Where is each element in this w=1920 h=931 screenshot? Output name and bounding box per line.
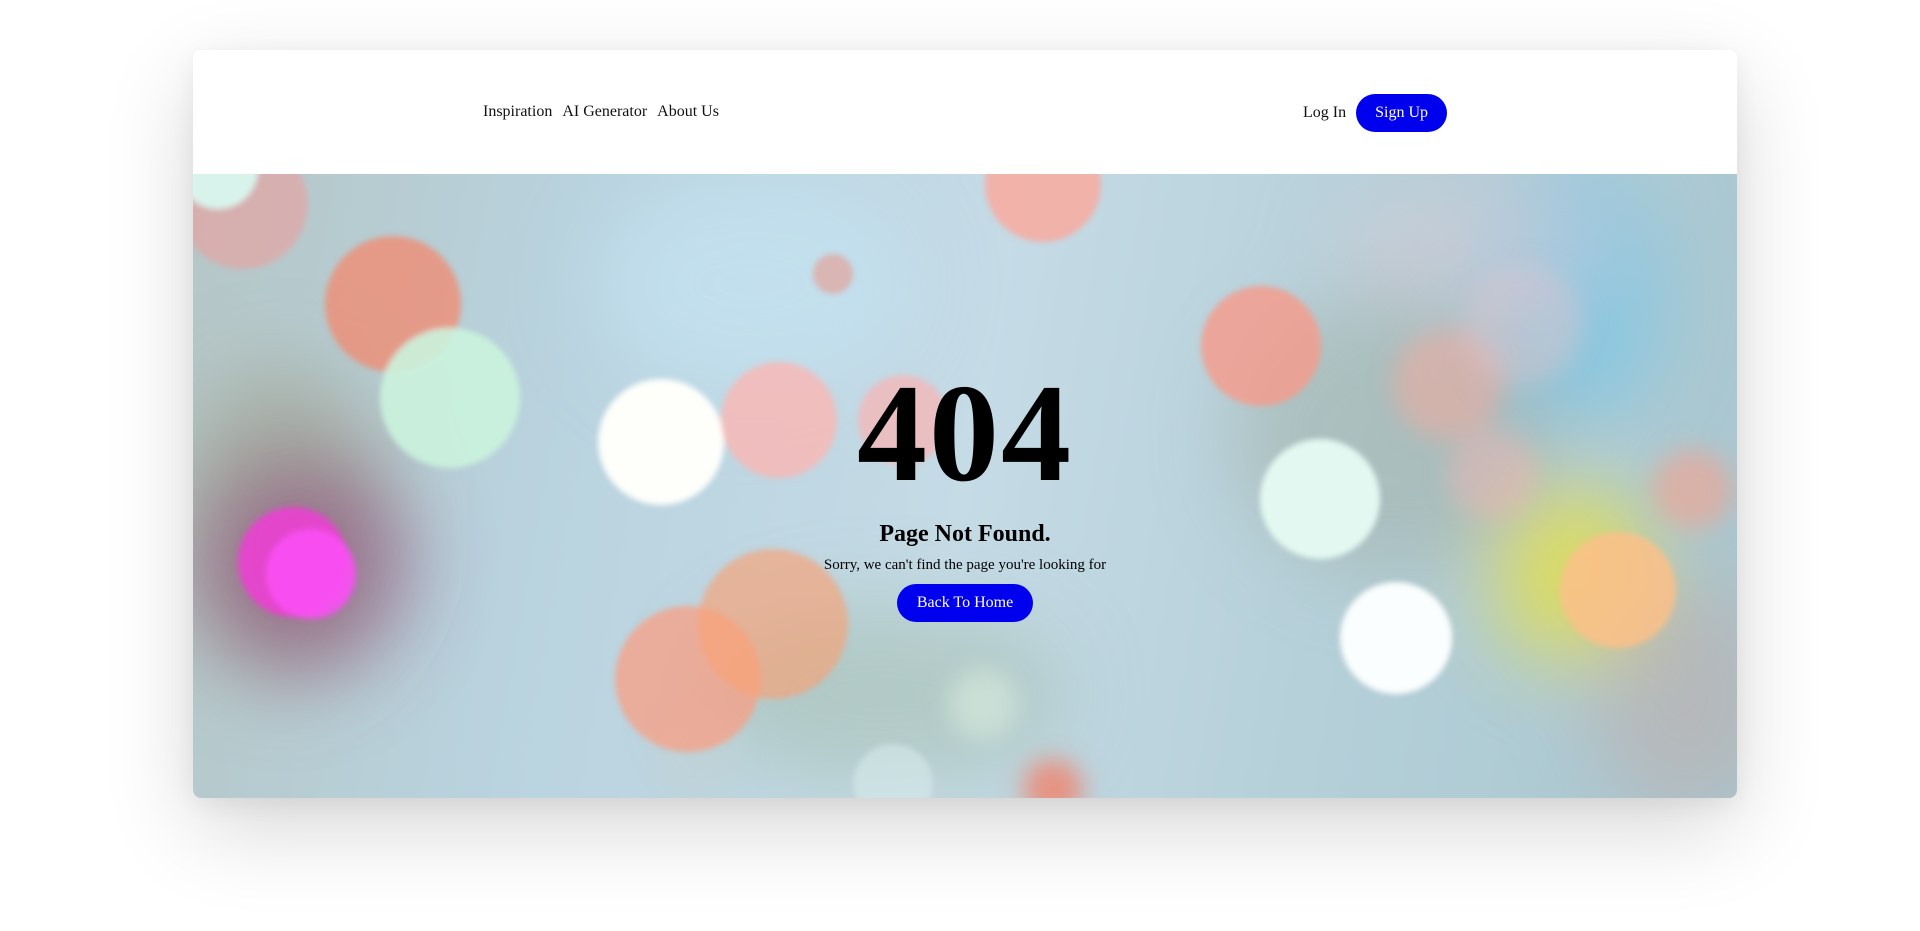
back-to-home-button[interactable]: Back To Home bbox=[896, 584, 1034, 622]
nav-link-inspiration[interactable]: Inspiration bbox=[483, 100, 552, 124]
hero-section: 404 Page Not Found. Sorry, we can't find… bbox=[193, 174, 1737, 798]
nav-link-ai-generator[interactable]: AI Generator bbox=[562, 100, 647, 124]
auth-actions: Log In Sign Up bbox=[1303, 94, 1447, 132]
primary-nav: Inspiration AI Generator About Us bbox=[483, 100, 719, 124]
signup-button[interactable]: Sign Up bbox=[1356, 94, 1447, 132]
error-code: 404 bbox=[857, 356, 1073, 511]
nav-link-about-us[interactable]: About Us bbox=[657, 100, 719, 124]
top-navbar: Inspiration AI Generator About Us Log In… bbox=[193, 50, 1737, 174]
login-link[interactable]: Log In bbox=[1303, 101, 1346, 125]
error-title: Page Not Found. bbox=[879, 521, 1051, 547]
page-card: Inspiration AI Generator About Us Log In… bbox=[193, 50, 1737, 798]
error-message-block: 404 Page Not Found. Sorry, we can't find… bbox=[193, 364, 1737, 622]
error-description: Sorry, we can't find the page you're loo… bbox=[823, 557, 1107, 573]
